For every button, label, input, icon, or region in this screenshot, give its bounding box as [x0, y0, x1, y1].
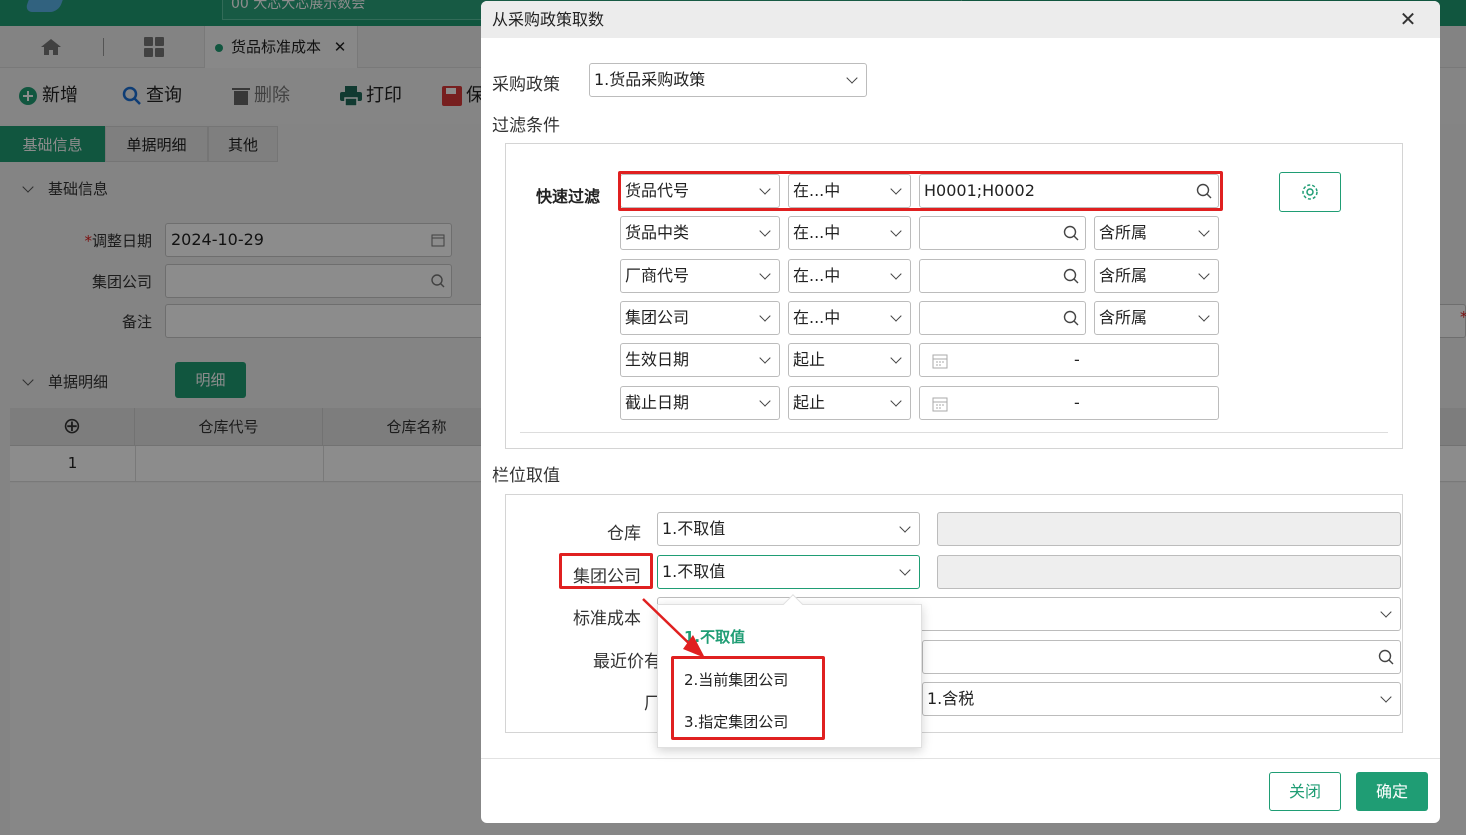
- chevron-down-icon: [890, 225, 902, 237]
- group-company-select[interactable]: 1.不取值: [657, 555, 920, 589]
- filter-field-select[interactable]: 集团公司: [620, 301, 780, 335]
- chevron-down-icon: [759, 225, 771, 237]
- filter-op-select[interactable]: 起止: [788, 343, 911, 377]
- quick-filter-label: 快速过滤: [536, 187, 601, 206]
- confirm-button[interactable]: 确定: [1356, 772, 1428, 811]
- filter-op-select[interactable]: 起止: [788, 386, 911, 420]
- dialog-title: 从采购政策取数: [492, 10, 605, 29]
- chevron-down-icon: [899, 564, 911, 576]
- column-section-title: 栏位取值: [492, 466, 560, 486]
- chevron-down-icon: [1380, 606, 1392, 618]
- chevron-down-icon: [890, 395, 902, 407]
- calendar-icon: [932, 354, 948, 369]
- filter-field-select[interactable]: 截止日期: [620, 386, 780, 420]
- date-range-input[interactable]: -: [919, 386, 1219, 420]
- chevron-down-icon: [1380, 691, 1392, 703]
- chevron-down-icon: [899, 521, 911, 533]
- highlight-box: [671, 656, 825, 740]
- chevron-down-icon: [759, 268, 771, 280]
- chevron-down-icon: [890, 352, 902, 364]
- filter-scope-select[interactable]: 含所属: [1094, 259, 1219, 293]
- filter-op-select[interactable]: 在...中: [788, 216, 911, 250]
- group-company-value-input: [937, 555, 1401, 589]
- filter-field-select[interactable]: 货品中类: [620, 216, 780, 250]
- chevron-down-icon: [846, 72, 858, 84]
- search-icon[interactable]: [1378, 649, 1394, 665]
- warehouse-value-input: [937, 512, 1401, 546]
- filter-settings-button[interactable]: [1279, 172, 1341, 212]
- chevron-down-icon: [1198, 310, 1210, 322]
- gear-icon: [1302, 184, 1318, 200]
- vendor-label: 厂: [644, 694, 661, 714]
- chevron-down-icon: [1198, 225, 1210, 237]
- filter-field-select[interactable]: 生效日期: [620, 343, 780, 377]
- date-range-input[interactable]: -: [919, 343, 1219, 377]
- policy-select[interactable]: 1.货品采购政策: [589, 63, 867, 97]
- chevron-down-icon: [759, 352, 771, 364]
- filter-scope-select[interactable]: 含所属: [1094, 216, 1219, 250]
- filter-op-select[interactable]: 在...中: [788, 259, 911, 293]
- search-icon[interactable]: [1063, 225, 1079, 241]
- highlight-box: [559, 553, 653, 589]
- chevron-down-icon: [759, 310, 771, 322]
- highlight-box: [618, 171, 1223, 211]
- tax-select[interactable]: 1.含税: [922, 682, 1401, 716]
- recent-price-input[interactable]: [922, 640, 1401, 674]
- warehouse-select[interactable]: 1.不取值: [657, 512, 920, 546]
- filter-field-select[interactable]: 厂商代号: [620, 259, 780, 293]
- chevron-down-icon: [759, 395, 771, 407]
- calendar-icon: [932, 397, 948, 412]
- chevron-down-icon: [890, 310, 902, 322]
- close-button[interactable]: 关闭: [1269, 772, 1341, 811]
- search-icon[interactable]: [1063, 268, 1079, 284]
- dialog-header: 从采购政策取数 ✕: [481, 1, 1440, 38]
- filter-value-input[interactable]: [919, 216, 1086, 250]
- policy-fetch-dialog: 从采购政策取数 ✕ 采购政策 1.货品采购政策 过滤条件 快速过滤 货品代号 在…: [481, 1, 1440, 823]
- close-icon[interactable]: ✕: [1396, 7, 1420, 31]
- filter-op-select[interactable]: 在...中: [788, 301, 911, 335]
- filter-scope-select[interactable]: 含所属: [1094, 301, 1219, 335]
- chevron-down-icon: [1198, 268, 1210, 280]
- annotation-arrow-icon: [642, 598, 705, 658]
- filter-value-input[interactable]: [919, 259, 1086, 293]
- search-icon[interactable]: [1063, 310, 1079, 326]
- standard-cost-label: 标准成本: [573, 609, 641, 629]
- filter-section-title: 过滤条件: [492, 116, 560, 136]
- policy-label: 采购政策: [492, 75, 560, 95]
- warehouse-label: 仓库: [607, 524, 641, 544]
- chevron-down-icon: [890, 268, 902, 280]
- filter-value-input[interactable]: [919, 301, 1086, 335]
